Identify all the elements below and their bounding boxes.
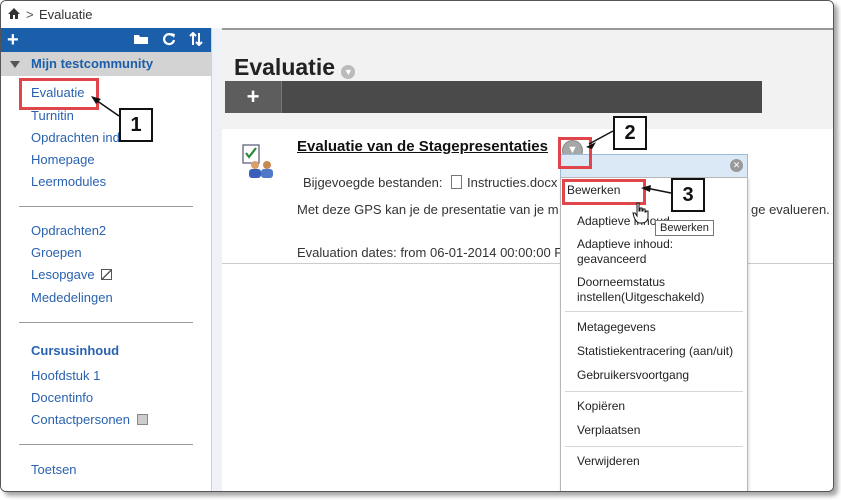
callout-3: 3 bbox=[671, 178, 705, 212]
callout-1: 1 bbox=[119, 108, 153, 142]
window: > Evaluatie + Mijn testcommunity Evaluat… bbox=[0, 0, 834, 492]
callout-2: 2 bbox=[613, 116, 647, 150]
callout-pointers bbox=[91, 96, 672, 194]
